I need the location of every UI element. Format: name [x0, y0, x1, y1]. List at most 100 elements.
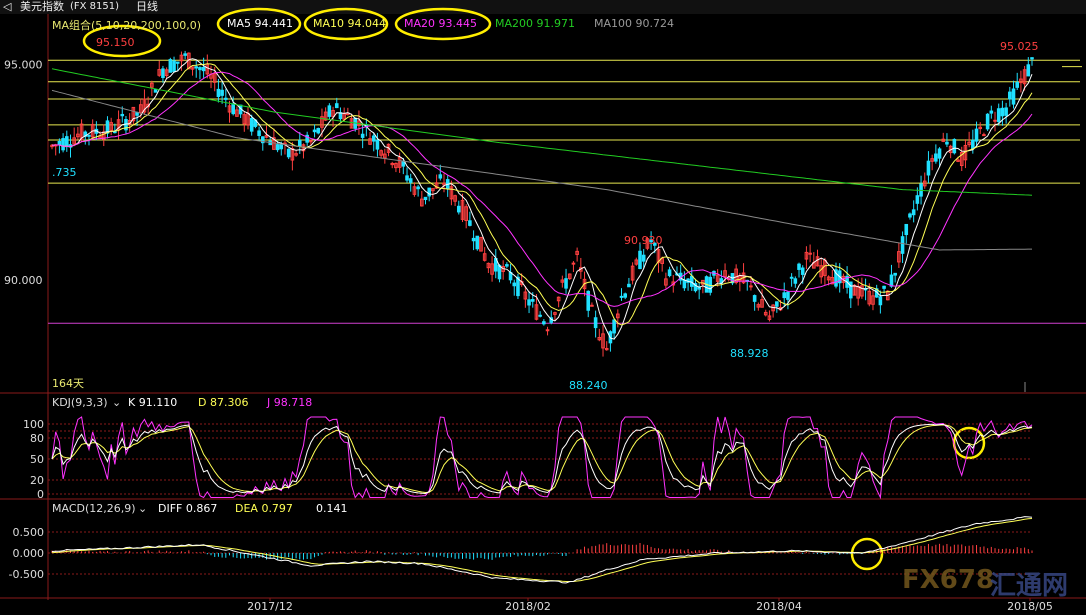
candle-body [113, 131, 117, 134]
annotation-low2: 88.928 [730, 347, 769, 360]
candle-body [427, 187, 432, 197]
candle-body [590, 304, 594, 307]
candle-body [641, 254, 646, 262]
macd-diff-value: DIFF 0.867 [158, 502, 218, 515]
candle-body [789, 276, 794, 279]
candle-body [64, 136, 69, 148]
ma200-legend: MA200 91.971 [495, 17, 575, 30]
candle-body [982, 134, 986, 137]
candle-body [934, 153, 938, 162]
candle-body [312, 129, 317, 133]
kdj-tick-label: 100 [23, 418, 44, 431]
candle-body [564, 278, 568, 289]
candle-body [996, 108, 1001, 123]
ma5-legend: MA5 94.441 [227, 17, 293, 30]
macd-dropdown-icon[interactable]: ⌄ [138, 502, 147, 515]
candle-body [800, 267, 805, 275]
candle-body [797, 263, 801, 270]
candle-body [220, 89, 224, 96]
candle-body [1030, 57, 1034, 60]
candle-body [775, 301, 779, 307]
kdj-k-value: K 91.110 [128, 396, 178, 409]
candle-body [57, 140, 62, 146]
ma-group-label[interactable]: MA组合(5,10,20,200,100,0) [52, 17, 201, 33]
candle-body [1015, 81, 1020, 88]
candle-body [275, 144, 280, 151]
candle-body [985, 113, 990, 130]
candle-body [808, 252, 812, 255]
candle-body [952, 138, 957, 154]
candle-body [893, 272, 897, 276]
candle-body [908, 213, 912, 218]
candle-body [993, 119, 997, 122]
y-tick-label: 95.000 [4, 59, 43, 72]
candle-body [542, 321, 546, 325]
candle-body [216, 88, 221, 97]
candle-body [915, 195, 920, 204]
x-tick-label: 2017/12 [247, 600, 293, 613]
macd-tick-label: -0.500 [9, 568, 44, 581]
candle-body [627, 283, 631, 288]
candle-body [900, 236, 905, 254]
candle-body [612, 319, 616, 334]
left-edge-label: .735 [52, 166, 77, 179]
candle-body [456, 205, 461, 213]
candle-body [175, 61, 180, 64]
candle-body [882, 285, 886, 289]
candle-body [316, 128, 321, 134]
kdj-tick-label: 0 [37, 488, 44, 501]
ma200-line [51, 68, 1033, 196]
ma20-legend: MA20 93.445 [404, 17, 477, 30]
macd-title[interactable]: MACD(12,26,9) [52, 502, 136, 515]
kdj-dropdown-icon[interactable]: ⌄ [112, 396, 121, 409]
candle-body [471, 237, 476, 242]
kdj-d-value: D 87.306 [198, 396, 249, 409]
candle-body [194, 66, 199, 69]
candle-body [87, 134, 91, 137]
ma20-line [51, 71, 1033, 307]
candle-body [153, 89, 158, 93]
candle-body [752, 295, 757, 302]
candle-body [904, 223, 909, 236]
candle-body [405, 175, 409, 181]
macd-tick-label: 0.500 [13, 526, 45, 539]
annotation-low1: 88.240 [569, 379, 608, 392]
candle-body [667, 269, 672, 277]
candle-body [183, 53, 187, 56]
candle-body [201, 66, 206, 72]
candle-body [231, 103, 236, 115]
x-tick-label: 2018/02 [505, 600, 551, 613]
candle-body [61, 138, 65, 151]
kdj-title[interactable]: KDJ(9,3,3) [52, 396, 108, 409]
candle-body [689, 275, 694, 287]
annotation-high2: 95.025 [1000, 40, 1039, 53]
candle-body [371, 135, 376, 142]
ma100-line [51, 89, 1032, 251]
candle-body [375, 139, 380, 150]
candle-body [682, 279, 687, 289]
kdj-tick-label: 20 [30, 474, 44, 487]
candle-body [1026, 64, 1031, 77]
highlight-circle [850, 537, 884, 571]
candle-body [749, 285, 753, 288]
candle-body [786, 291, 790, 300]
candle-body [889, 274, 894, 287]
kdj-j-value: J 98.718 [267, 396, 313, 409]
macd-dea-value: DEA 0.797 [235, 502, 293, 515]
chart-canvas[interactable]: 95.000 90.000 .735 95.150 95.025 90.930 88.240… [0, 0, 1086, 615]
candle-body [120, 113, 125, 117]
candle-body [172, 60, 176, 72]
candle-body [1011, 88, 1016, 105]
ma100-legend: MA100 90.724 [594, 17, 674, 30]
x-tick-label: 2018/04 [756, 600, 802, 613]
candle-body [793, 278, 798, 284]
candle-body [619, 295, 624, 298]
macd-hist-value: 0.141 [316, 502, 348, 515]
candle-body [198, 67, 202, 71]
y-tick-label: 90.000 [4, 274, 43, 287]
days-label: 164天 [52, 377, 84, 390]
candle-body [161, 68, 165, 79]
candle-body [926, 160, 931, 176]
candle-body [279, 143, 284, 150]
ma10-legend: MA10 94.044 [313, 17, 386, 30]
